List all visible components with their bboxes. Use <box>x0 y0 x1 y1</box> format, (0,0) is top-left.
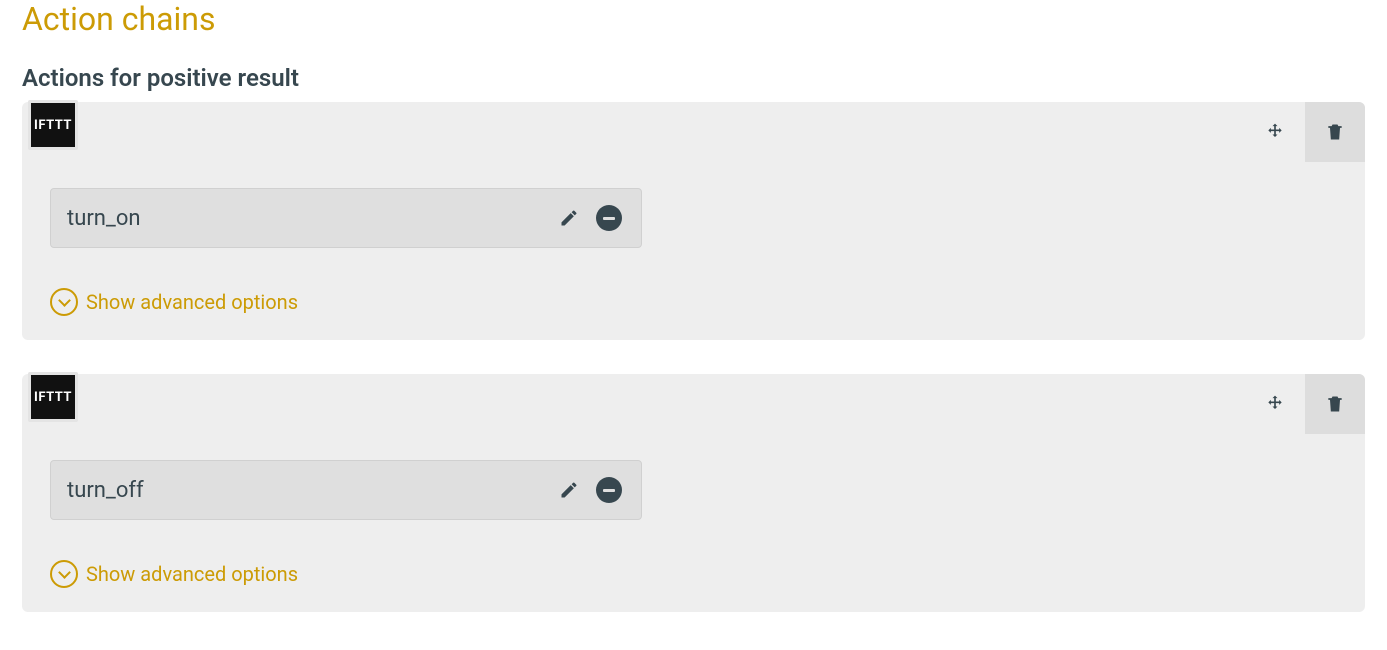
remove-button[interactable] <box>591 200 627 236</box>
action-name-row: turn_on <box>50 188 642 248</box>
move-button[interactable] <box>1245 102 1305 162</box>
card-top-actions <box>1245 374 1365 434</box>
edit-button[interactable] <box>551 472 587 508</box>
action-card: IFTTT turn_on <box>22 102 1365 340</box>
delete-button[interactable] <box>1305 102 1365 162</box>
card-top-actions <box>1245 102 1365 162</box>
remove-button[interactable] <box>591 472 627 508</box>
show-advanced-toggle[interactable]: Show advanced options <box>50 560 1365 588</box>
pencil-icon <box>559 208 579 228</box>
minus-circle-icon <box>596 477 622 503</box>
page-title: Action chains <box>22 0 1365 38</box>
ifttt-icon: IFTTT <box>31 375 75 419</box>
trash-icon <box>1325 393 1345 415</box>
action-name-label: turn_on <box>67 206 547 231</box>
show-advanced-toggle[interactable]: Show advanced options <box>50 288 1365 316</box>
advanced-label: Show advanced options <box>86 290 298 314</box>
delete-button[interactable] <box>1305 374 1365 434</box>
chevron-down-icon <box>50 560 78 588</box>
action-card: IFTTT turn_off <box>22 374 1365 612</box>
positive-section-title: Actions for positive result <box>22 64 1365 92</box>
move-button[interactable] <box>1245 374 1305 434</box>
service-badge: IFTTT <box>28 100 78 150</box>
chevron-down-icon <box>50 288 78 316</box>
edit-button[interactable] <box>551 200 587 236</box>
pencil-icon <box>559 480 579 500</box>
move-icon <box>1265 122 1285 142</box>
ifttt-icon: IFTTT <box>31 103 75 147</box>
minus-circle-icon <box>596 205 622 231</box>
action-name-row: turn_off <box>50 460 642 520</box>
move-icon <box>1265 394 1285 414</box>
advanced-label: Show advanced options <box>86 562 298 586</box>
trash-icon <box>1325 121 1345 143</box>
action-name-label: turn_off <box>67 478 547 503</box>
service-badge: IFTTT <box>28 372 78 422</box>
